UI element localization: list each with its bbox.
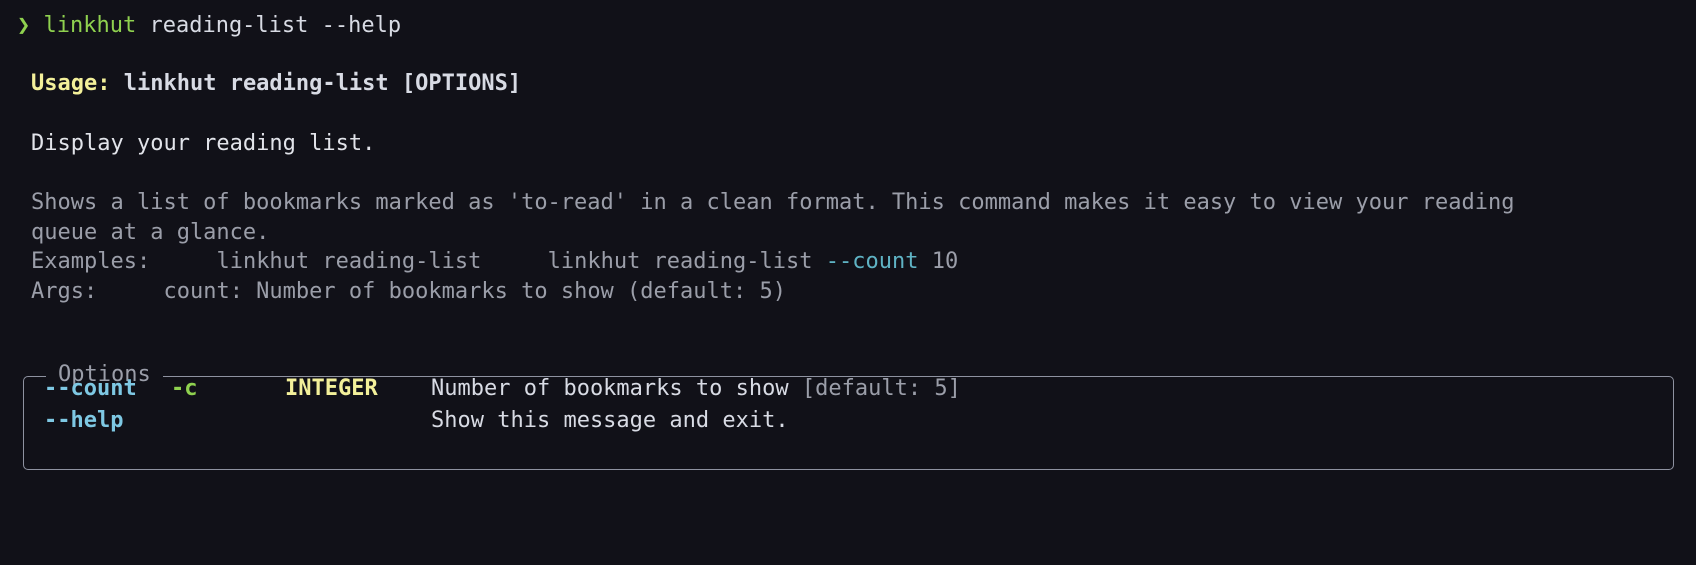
examples-label: Examples: (31, 249, 151, 274)
options-panel: Options --count -c INTEGER Number of boo… (23, 359, 1674, 470)
option-description-text: Show this message and exit. (431, 408, 789, 433)
option-long-flag: --count (44, 376, 137, 401)
args-line: Args: count: Number of bookmarks to show… (31, 276, 786, 308)
option-description-text: Number of bookmarks to show (431, 376, 789, 401)
example-2-value: 10 (931, 249, 959, 274)
description-line-2: queue at a glance. (31, 220, 270, 245)
option-row-help: --help Show this message and exit. (44, 405, 789, 437)
command-args: reading-list --help (149, 13, 402, 38)
prompt-chevron-icon: ❯ (17, 13, 31, 38)
command-prompt-line: ❯ linkhut reading-list --help (17, 10, 401, 42)
example-2-command: linkhut reading-list (547, 249, 813, 274)
usage-label: Usage: (31, 71, 111, 96)
option-short-flag: -c (171, 376, 198, 401)
command-name: linkhut (43, 13, 137, 38)
example-1: linkhut reading-list (216, 249, 482, 274)
command-summary: Display your reading list. (31, 131, 376, 156)
usage-line: Usage: linkhut reading-list [OPTIONS] (31, 68, 521, 100)
option-description: Show this message and exit. (431, 405, 789, 437)
args-label: Args: (31, 279, 98, 304)
usage-text: linkhut reading-list [OPTIONS] (123, 71, 522, 96)
option-type: INTEGER (285, 376, 378, 401)
description-line-1: Shows a list of bookmarks marked as 'to-… (31, 190, 1515, 215)
examples-line: Examples: linkhut reading-list linkhut r… (31, 246, 958, 278)
example-2-flag: --count (825, 249, 919, 274)
args-text: count: Number of bookmarks to show (defa… (163, 279, 786, 304)
option-description: Number of bookmarks to show [default: 5] (431, 373, 961, 405)
option-row-count: --count -c INTEGER Number of bookmarks t… (44, 373, 961, 405)
option-default: [default: 5] (801, 376, 961, 401)
option-long-flag: --help (44, 408, 124, 433)
